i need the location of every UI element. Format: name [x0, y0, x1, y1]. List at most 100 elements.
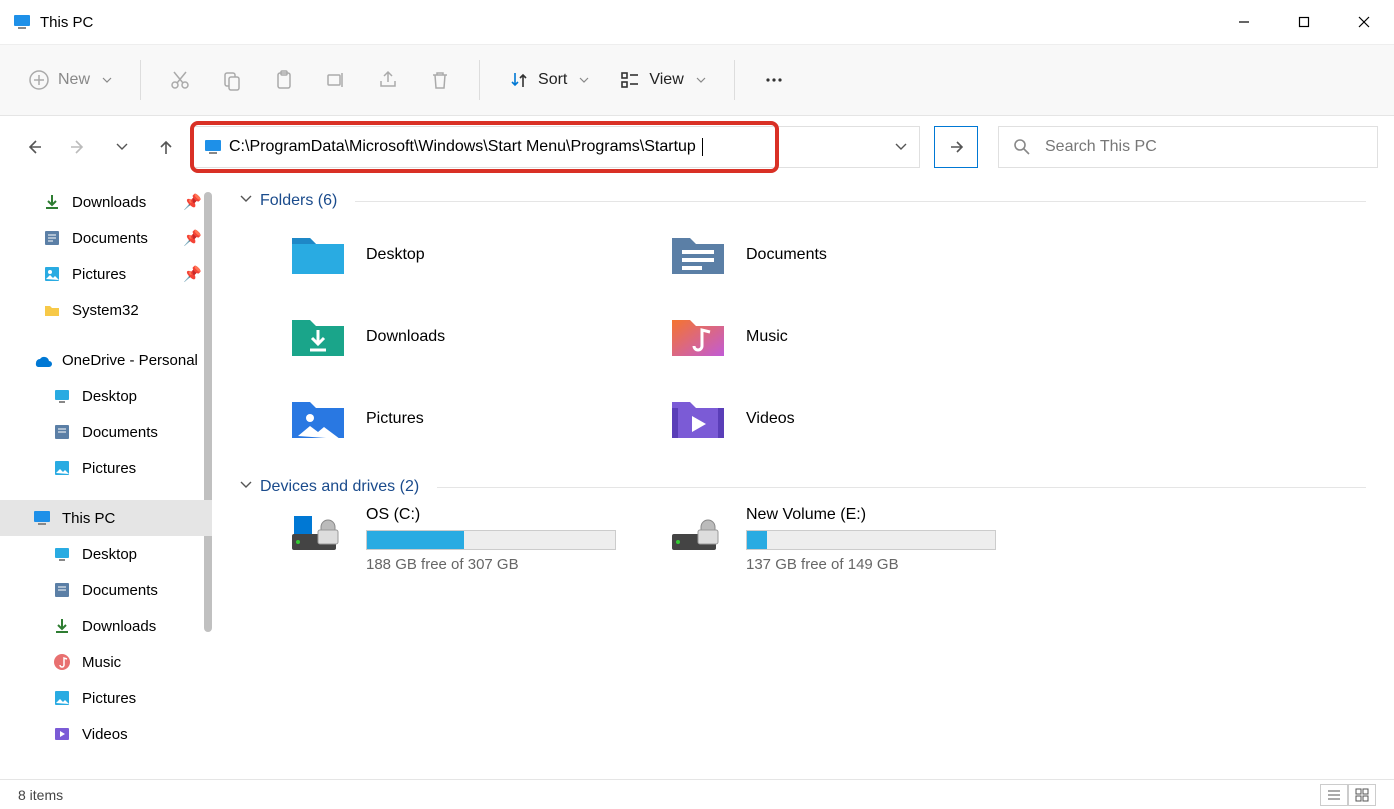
sidebar-item-label: System32: [72, 302, 139, 319]
sidebar-item-pc-downloads[interactable]: Downloads: [0, 608, 212, 644]
item-count: 8 items: [18, 787, 63, 803]
folder-item-videos[interactable]: Videos: [668, 384, 1048, 454]
pc-icon: [203, 137, 223, 157]
new-button[interactable]: New: [16, 58, 124, 102]
back-button[interactable]: [16, 129, 52, 165]
close-button[interactable]: [1334, 0, 1394, 44]
folder-item-desktop[interactable]: Desktop: [288, 220, 668, 290]
pic-icon: [52, 458, 72, 478]
drive-free-text: 188 GB free of 307 GB: [366, 556, 668, 573]
folders-header-label: Folders (6): [260, 192, 337, 210]
pin-icon: 📌: [183, 229, 202, 247]
paste-button[interactable]: [261, 58, 307, 102]
video-icon: [52, 724, 72, 744]
separator: [140, 60, 141, 100]
drive-free-text: 137 GB free of 149 GB: [746, 556, 1048, 573]
download-icon: [42, 192, 62, 212]
rename-button[interactable]: [313, 58, 359, 102]
sidebar-item-onedrive[interactable]: OneDrive - Personal: [0, 342, 212, 378]
drives-header-label: Devices and drives (2): [260, 478, 419, 496]
folder-label: Music: [746, 328, 788, 346]
desktop-folder-icon: [288, 230, 348, 280]
sidebar-item-documents[interactable]: Documents 📌: [0, 220, 212, 256]
rule: [437, 487, 1366, 488]
sidebar-item-downloads[interactable]: Downloads 📌: [0, 184, 212, 220]
sidebar-item-od-documents[interactable]: Documents: [0, 414, 212, 450]
copy-button[interactable]: [209, 58, 255, 102]
sidebar-item-label: Desktop: [82, 546, 137, 563]
pin-icon: 📌: [183, 193, 202, 211]
sidebar-item-label: Documents: [82, 424, 158, 441]
sidebar-item-pictures[interactable]: Pictures 📌: [0, 256, 212, 292]
sidebar-item-label: OneDrive - Personal: [62, 352, 198, 369]
music-folder-icon: [668, 312, 728, 362]
up-button[interactable]: [148, 129, 184, 165]
titlebar: This PC: [0, 0, 1394, 44]
sidebar-item-pc-desktop[interactable]: Desktop: [0, 536, 212, 572]
sidebar-item-thispc[interactable]: This PC: [0, 500, 212, 536]
folder-icon: [42, 300, 62, 320]
downloads-folder-icon: [288, 312, 348, 362]
sidebar-item-system32[interactable]: System32: [0, 292, 212, 328]
sidebar-item-pc-music[interactable]: Music: [0, 644, 212, 680]
recent-button[interactable]: [104, 129, 140, 165]
search-placeholder: Search This PC: [1045, 138, 1157, 156]
cut-button[interactable]: [157, 58, 203, 102]
folders-section-header[interactable]: Folders (6): [240, 192, 1366, 210]
minimize-button[interactable]: [1214, 0, 1274, 44]
sidebar-item-od-desktop[interactable]: Desktop: [0, 378, 212, 414]
pc-icon: [12, 12, 32, 32]
folder-item-pictures[interactable]: Pictures: [288, 384, 668, 454]
music-icon: [52, 652, 72, 672]
sidebar-item-label: Downloads: [82, 618, 156, 635]
tiles-view-button[interactable]: [1348, 784, 1376, 806]
sidebar-item-label: Downloads: [72, 194, 146, 211]
sidebar-item-pc-videos[interactable]: Videos: [0, 716, 212, 752]
desktop-icon: [52, 386, 72, 406]
drive-item-e[interactable]: New Volume (E:) 137 GB free of 149 GB: [668, 506, 1048, 573]
rule: [355, 201, 1366, 202]
folder-item-music[interactable]: Music: [668, 302, 1048, 372]
sidebar-item-label: Documents: [72, 230, 148, 247]
share-button[interactable]: [365, 58, 411, 102]
sidebar: Downloads 📌 Documents 📌 Pictures 📌 Syste…: [0, 178, 212, 779]
sidebar-item-label: Documents: [82, 582, 158, 599]
sidebar-item-label: This PC: [62, 510, 115, 527]
more-button[interactable]: [751, 58, 797, 102]
maximize-button[interactable]: [1274, 0, 1334, 44]
address-bar[interactable]: C:\ProgramData\Microsoft\Windows\Start M…: [192, 126, 920, 168]
delete-button[interactable]: [417, 58, 463, 102]
doc-icon: [42, 228, 62, 248]
go-button[interactable]: [934, 126, 978, 168]
pin-icon: 📌: [183, 265, 202, 283]
folder-label: Pictures: [366, 410, 424, 428]
drive-name: OS (C:): [366, 506, 668, 524]
address-dropdown[interactable]: [883, 141, 919, 153]
drive-icon: [288, 506, 348, 556]
folder-item-downloads[interactable]: Downloads: [288, 302, 668, 372]
onedrive-icon: [32, 350, 52, 370]
sidebar-item-label: Pictures: [82, 460, 136, 477]
sidebar-item-label: Desktop: [82, 388, 137, 405]
drives-section-header[interactable]: Devices and drives (2): [240, 478, 1366, 496]
view-button[interactable]: View: [607, 58, 717, 102]
documents-folder-icon: [668, 230, 728, 280]
forward-button[interactable]: [60, 129, 96, 165]
search-box[interactable]: Search This PC: [998, 126, 1378, 168]
statusbar: 8 items: [0, 779, 1394, 809]
doc-icon: [52, 580, 72, 600]
drive-item-c[interactable]: OS (C:) 188 GB free of 307 GB: [288, 506, 668, 573]
doc-icon: [52, 422, 72, 442]
folder-label: Downloads: [366, 328, 445, 346]
sidebar-item-pc-documents[interactable]: Documents: [0, 572, 212, 608]
pic-icon: [42, 264, 62, 284]
separator: [479, 60, 480, 100]
details-view-button[interactable]: [1320, 784, 1348, 806]
folder-item-documents[interactable]: Documents: [668, 220, 1048, 290]
sidebar-item-od-pictures[interactable]: Pictures: [0, 450, 212, 486]
pc-icon: [32, 508, 52, 528]
sidebar-item-label: Videos: [82, 726, 128, 743]
sort-button[interactable]: Sort: [496, 58, 601, 102]
sidebar-item-pc-pictures[interactable]: Pictures: [0, 680, 212, 716]
drive-usage-bar: [746, 530, 996, 550]
